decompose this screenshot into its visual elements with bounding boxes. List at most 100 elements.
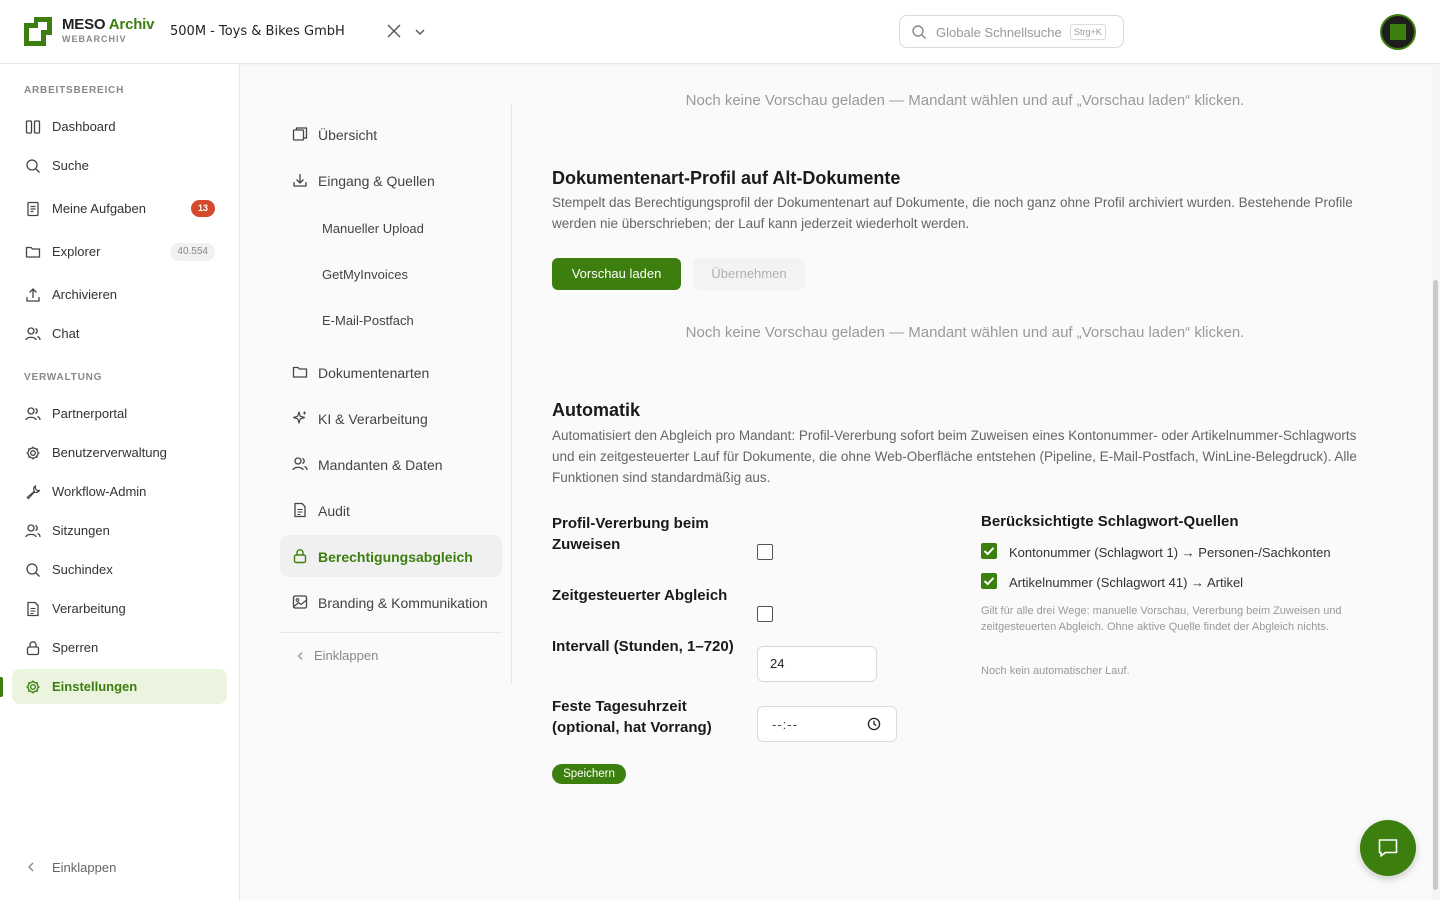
subnav-item-overview[interactable]: Übersicht [280, 113, 502, 155]
subnav-label: E-Mail-Postfach [322, 313, 414, 328]
sidebar-item-workflow-admin[interactable]: Workflow-Admin [12, 474, 227, 509]
sidebar-item-label: Sperren [52, 640, 99, 655]
scheduled-label: Zeitgesteuerter Abgleich [552, 587, 728, 604]
top-bar: MESO Archiv WEBARCHIV 500M - Toys & Bike… [0, 0, 1440, 64]
sidebar: ARBEITSBEREICH Dashboard Suche Meine Auf… [0, 64, 240, 900]
sidebar-item-sessions[interactable]: Sitzungen [12, 513, 227, 548]
sidebar-item-label: Archivieren [52, 287, 118, 302]
subnav-item-clients-data[interactable]: Mandanten & Daten [280, 443, 502, 485]
apply-button[interactable]: Übernehmen [693, 258, 805, 290]
sidebar-item-label: Meine Aufgaben [52, 201, 146, 216]
sidebar-item-dashboard[interactable]: Dashboard [12, 109, 227, 144]
scheduled-checkbox[interactable] [757, 606, 773, 622]
sidebar-item-label: Einstellungen [52, 679, 138, 694]
sidebar-item-partnerportal[interactable]: Partnerportal [12, 396, 227, 431]
sidebar-item-label: Workflow-Admin [52, 484, 147, 499]
gear-icon [26, 446, 40, 460]
fixed-time-input[interactable]: --:-- [757, 706, 897, 742]
meso-logo-icon[interactable] [24, 17, 52, 46]
subnav-item-document-types[interactable]: Dokumentenarten [280, 351, 502, 393]
check-icon [983, 547, 995, 556]
subnav-label: Audit [318, 503, 350, 519]
sidebar-item-label: Suchindex [52, 562, 113, 577]
chat-bubble-icon [1378, 839, 1398, 857]
source-account-checkbox[interactable] [981, 543, 997, 559]
subnav-divider [280, 632, 502, 633]
sidebar-section-title: VERWALTUNG [24, 372, 103, 383]
dashboard-icon [25, 120, 41, 134]
subnav-item-permission-sync[interactable]: Berechtigungsabgleich [280, 535, 502, 577]
clock-icon[interactable] [867, 717, 881, 731]
chat-fab-button[interactable] [1360, 820, 1416, 876]
subnav-item-audit[interactable]: Audit [280, 489, 502, 531]
users-icon [292, 457, 308, 471]
preview-empty-state: Noch keine Vorschau geladen — Mandant wä… [685, 92, 1245, 109]
subnav-item-ai-processing[interactable]: KI & Verarbeitung [280, 397, 502, 439]
sidebar-item-explorer[interactable]: Explorer 40.554 [12, 234, 227, 269]
subnav-label: Eingang & Quellen [318, 173, 435, 189]
sidebar-item-user-management[interactable]: Benutzerverwaltung [12, 435, 227, 470]
sidebar-item-label: Benutzerverwaltung [52, 445, 167, 460]
sidebar-item-search-index[interactable]: Suchindex [12, 552, 227, 587]
section-title-automation: Automatik [552, 400, 641, 420]
fixed-time-value: --:-- [772, 717, 798, 732]
subnav-item-branding[interactable]: Branding & Kommunikation [280, 581, 502, 623]
subnav-item-email-mailbox[interactable]: E-Mail-Postfach [280, 299, 502, 341]
brand-name: MESO [62, 16, 106, 33]
page-scrollbar[interactable] [1432, 64, 1440, 900]
copy-icon [292, 127, 308, 141]
sidebar-item-locks[interactable]: Sperren [12, 630, 227, 665]
source-article-label: Artikelnummer (Schlagwort 41) → Artikel [1009, 575, 1244, 590]
global-search-input[interactable]: Globale Schnellsuche Strg+K [899, 15, 1124, 48]
tasks-icon [27, 201, 39, 217]
save-button[interactable]: Speichern [552, 764, 626, 784]
active-indicator [0, 677, 3, 697]
gear-icon [26, 680, 40, 694]
subnav-label: Berechtigungsabgleich [318, 549, 473, 565]
explorer-count-badge: 40.554 [170, 243, 215, 261]
interval-input[interactable]: 24 [757, 646, 877, 682]
sources-title: Berücksichtigte Schlagwort-Quellen [981, 513, 1239, 530]
search-shortcut-hint: Strg+K [1070, 24, 1106, 40]
user-avatar[interactable] [1380, 14, 1416, 50]
search-icon [912, 25, 926, 39]
section-description: Automatisiert den Abgleich pro Mandant: … [552, 428, 1357, 485]
tasks-count-badge: 13 [190, 200, 215, 217]
interval-label: Intervall (Stunden, 1–720) [552, 638, 734, 655]
sidebar-item-label: Verarbeitung [52, 601, 126, 616]
sparkle-icon [292, 411, 306, 424]
upload-icon [26, 288, 40, 302]
subnav-label: Branding & Kommunikation [318, 595, 488, 611]
subnav-item-manual-upload[interactable]: Manueller Upload [280, 207, 502, 249]
folder-icon [25, 246, 41, 258]
clear-tenant-close-icon[interactable] [386, 23, 402, 39]
section-description: Stempelt das Berechtigungsprofil der Dok… [552, 195, 1353, 231]
users-icon [25, 407, 41, 421]
inherit-checkbox[interactable] [757, 544, 773, 560]
sidebar-item-processing[interactable]: Verarbeitung [12, 591, 227, 626]
tenant-selector-value[interactable]: 500M - Toys & Bikes GmbH [170, 24, 345, 39]
source-article-checkbox[interactable] [981, 573, 997, 589]
sidebar-item-settings[interactable]: Einstellungen [12, 669, 227, 704]
search-placeholder: Globale Schnellsuche [936, 25, 1062, 40]
chevron-left-icon [28, 862, 34, 872]
preview-empty-state: Noch keine Vorschau geladen — Mandant wä… [685, 324, 1245, 341]
subnav-label: Übersicht [318, 127, 378, 143]
sidebar-item-chat[interactable]: Chat [12, 316, 227, 351]
sidebar-item-label: Suche [52, 158, 89, 173]
sidebar-item-tasks[interactable]: Meine Aufgaben 13 [12, 191, 227, 226]
tenant-chevron-down-icon[interactable] [414, 26, 426, 38]
collapse-label: Einklappen [52, 860, 117, 875]
sidebar-item-archive[interactable]: Archivieren [12, 277, 227, 312]
lock-icon [293, 549, 307, 564]
load-preview-button[interactable]: Vorschau laden [552, 258, 681, 290]
scrollbar-thumb[interactable] [1433, 280, 1438, 890]
subnav-item-getmyinvoices[interactable]: GetMyInvoices [280, 253, 502, 295]
users-icon [25, 524, 41, 538]
subnav-label: Dokumentenarten [318, 365, 430, 381]
sidebar-item-label: Sitzungen [52, 523, 110, 538]
folder-icon [292, 366, 308, 378]
sidebar-item-label: Dashboard [52, 119, 116, 134]
sidebar-item-search[interactable]: Suche [12, 148, 227, 183]
subnav-item-input-sources[interactable]: Eingang & Quellen [280, 159, 502, 201]
